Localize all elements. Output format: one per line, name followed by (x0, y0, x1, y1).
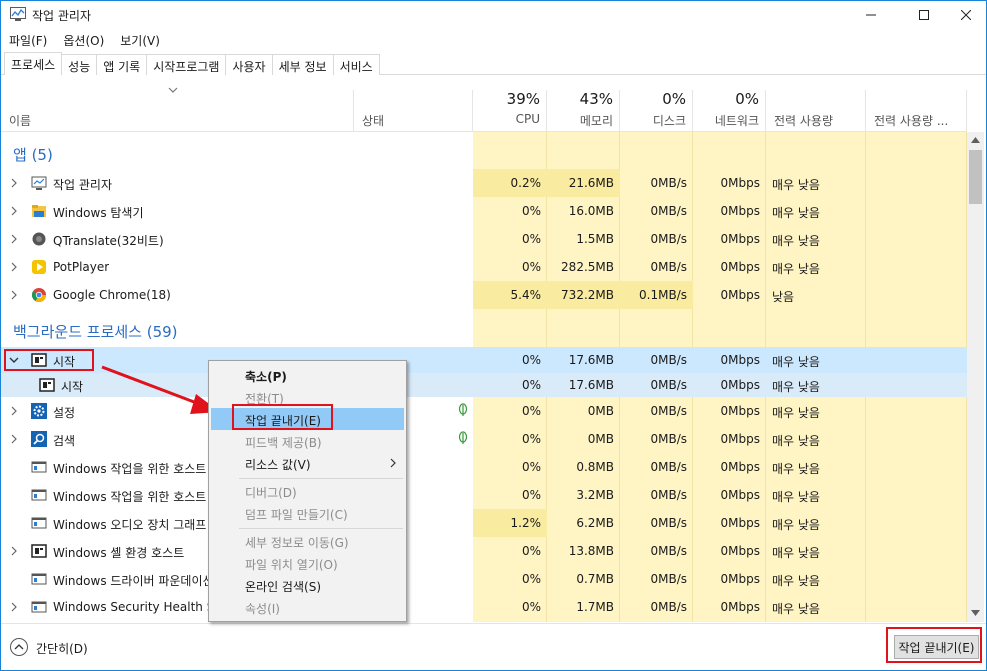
submenu-arrow-icon (390, 458, 396, 468)
ctx-search-online[interactable]: 온라인 검색(S) (211, 574, 404, 596)
annotation-box-end-task-menu (232, 404, 333, 430)
ctx-provide-feedback[interactable]: 피드백 제공(B) (211, 430, 404, 452)
ctx-collapse[interactable]: 축소(P) (211, 364, 404, 386)
ctx-open-file-location[interactable]: 파일 위치 열기(O) (211, 552, 404, 574)
context-menu: 축소(P) 전환(T) 작업 끝내기(E) 피드백 제공(B) 리소스 값(V)… (208, 360, 407, 622)
ctx-separator (239, 528, 403, 529)
annotation-arrow (101, 365, 220, 414)
ctx-separator (239, 478, 403, 479)
ctx-properties[interactable]: 속성(I) (211, 596, 404, 618)
ctx-debug[interactable]: 디버그(D) (211, 480, 404, 502)
tab-processes[interactable]: 프로세스 (4, 52, 63, 75)
ctx-go-to-details[interactable]: 세부 정보로 이동(G) (211, 530, 404, 552)
ctx-create-dump[interactable]: 덤프 파일 만들기(C) (211, 502, 404, 524)
ctx-resource-values[interactable]: 리소스 값(V) (211, 452, 404, 474)
ctx-resource-values-label: 리소스 값(V) (245, 458, 311, 472)
